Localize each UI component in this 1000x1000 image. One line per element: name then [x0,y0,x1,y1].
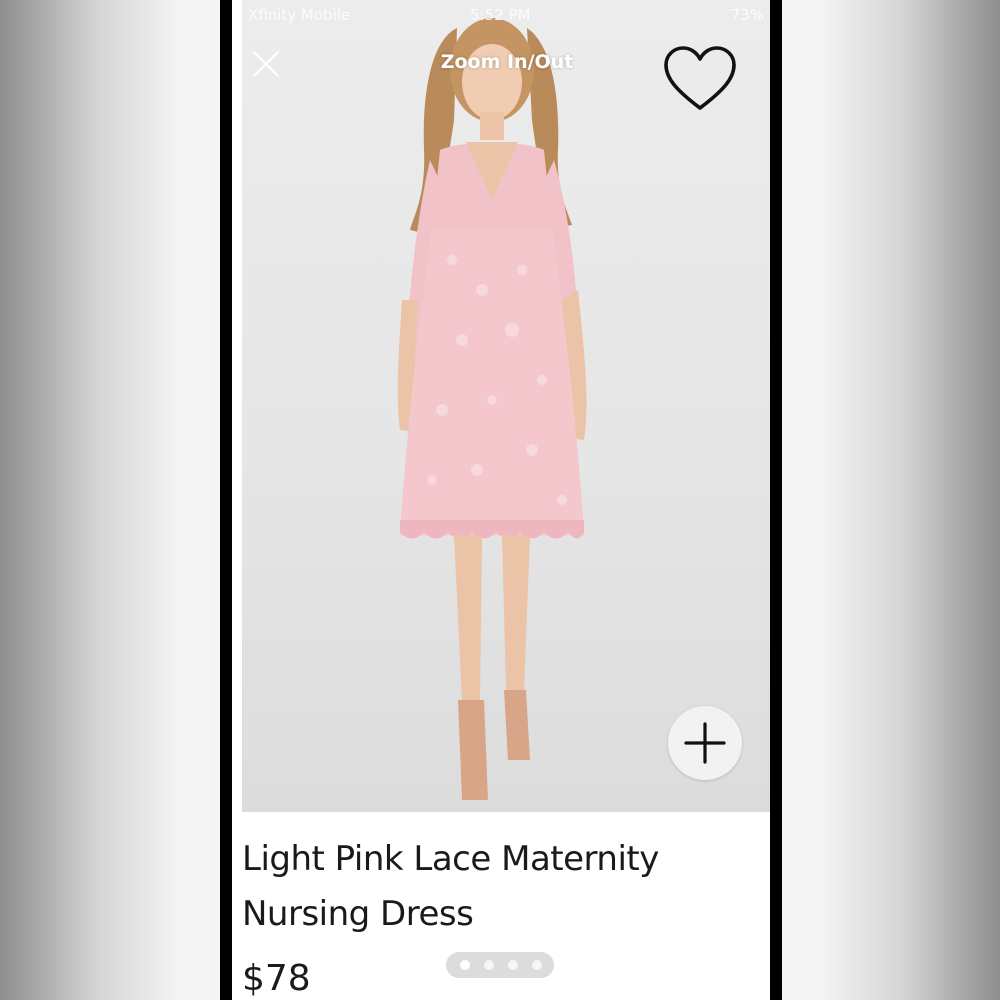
battery-label: 73% [730,6,764,24]
product-title: Light Pink Lace Maternity Nursing Dress [242,832,742,942]
pager-dot-2[interactable] [484,960,494,970]
phone-frame: Xfinity Mobile 5:52 PM 73% Zoom In/Out L… [220,0,782,1000]
carrier-label: Xfinity Mobile [248,6,351,24]
plus-icon [684,722,726,764]
favorite-button[interactable] [662,44,738,116]
pager-dot-1[interactable] [460,960,470,970]
product-image[interactable]: Xfinity Mobile 5:52 PM 73% Zoom In/Out [242,0,770,812]
product-title-line-2: Nursing Dress [242,894,474,934]
pager-dot-4[interactable] [532,960,542,970]
model-illustration [397,18,587,800]
pager-dot-3[interactable] [508,960,518,970]
add-button[interactable] [668,706,742,780]
product-title-line-1: Light Pink Lace Maternity [242,839,659,879]
product-price: $78 [242,958,311,999]
image-pager[interactable] [446,952,554,978]
status-time: 5:52 PM [470,6,531,24]
product-screen: Xfinity Mobile 5:52 PM 73% Zoom In/Out L… [232,0,770,1000]
heart-icon [664,46,736,110]
status-bar: Xfinity Mobile 5:52 PM 73% [242,4,770,26]
